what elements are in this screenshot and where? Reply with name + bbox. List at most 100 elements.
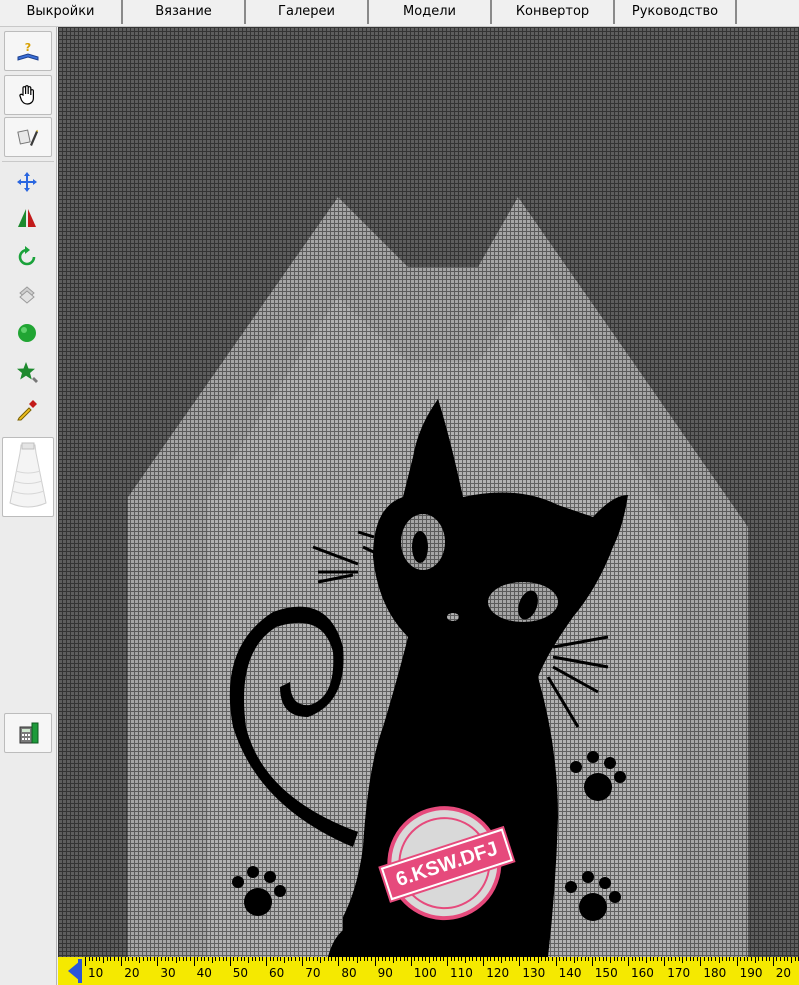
ruler-tick — [743, 957, 745, 961]
ruler-tick — [631, 957, 633, 961]
menu-item-knitting[interactable]: Вязание — [123, 0, 246, 24]
ruler-tick — [562, 957, 564, 961]
ruler-tick — [780, 957, 782, 961]
ruler-tick — [367, 957, 369, 961]
ruler-tick — [439, 957, 441, 961]
knitting-chart-canvas[interactable] — [58, 27, 799, 957]
color-picker-icon — [17, 400, 37, 421]
ruler-tick — [580, 957, 582, 961]
calculator-icon — [19, 722, 39, 744]
ruler-tick — [345, 957, 347, 961]
menu-item-converter[interactable]: Конвертор — [492, 0, 615, 24]
stitch-ruler[interactable]: 10 20 30 40 50 60 70 80 90 100 110 120 130 140 150 160 1… — [58, 957, 799, 985]
ruler-tick — [613, 957, 615, 961]
fill-button[interactable] — [4, 314, 50, 352]
ruler-tick — [628, 957, 629, 966]
ruler-tick — [150, 957, 152, 961]
ruler-tick — [548, 957, 550, 961]
ruler-tick — [157, 957, 159, 966]
ruler-tick — [414, 957, 416, 961]
ruler-tick — [85, 957, 86, 966]
move-button[interactable] — [4, 163, 50, 201]
ruler-label: 10 — [88, 966, 104, 980]
ruler-tick — [475, 957, 477, 961]
rotate-button[interactable] — [4, 238, 50, 276]
ruler-tick — [765, 957, 767, 961]
ruler-tick — [132, 957, 134, 961]
ruler-tick — [754, 957, 756, 963]
ruler-tick — [161, 957, 163, 961]
hand-pan-button[interactable] — [4, 75, 52, 115]
ruler-tick — [682, 957, 684, 963]
ruler-tick — [472, 957, 474, 961]
ruler-tick — [722, 957, 724, 961]
eraser-pencil-button[interactable] — [4, 117, 52, 157]
layers-button[interactable] — [4, 276, 50, 314]
ruler-tick — [537, 957, 539, 963]
ruler-label: 50 — [232, 966, 249, 980]
calculator-button[interactable] — [4, 713, 52, 753]
ruler-tick — [787, 957, 789, 961]
ruler-tick — [747, 957, 749, 961]
ruler-tick — [186, 957, 188, 961]
ruler-tick — [624, 957, 626, 961]
star-select-icon — [17, 362, 38, 383]
help-book-button[interactable]: ? — [4, 31, 52, 71]
toolbar-separator — [2, 161, 54, 162]
menu-item-galleries[interactable]: Галереи — [246, 0, 369, 24]
ruler-tick — [732, 957, 734, 961]
ruler-tick — [649, 957, 651, 961]
ruler-tick — [425, 957, 427, 961]
ruler-tick — [287, 957, 289, 961]
ruler-tick — [121, 957, 123, 966]
ruler-label: 20 — [775, 966, 792, 980]
ruler-tick — [352, 957, 354, 961]
ruler-tick — [92, 957, 94, 961]
ruler-tick — [175, 957, 177, 963]
ruler-tick — [370, 957, 372, 961]
star-select-button[interactable] — [4, 353, 50, 391]
ruler-tick — [218, 957, 220, 961]
ruler-label: 190 — [739, 966, 763, 980]
ruler-tick — [533, 957, 535, 961]
ruler-tick — [240, 957, 242, 961]
menu-item-patterns[interactable]: Выкройки — [0, 0, 123, 24]
ruler-tick — [584, 957, 586, 961]
ruler-tick — [399, 957, 401, 961]
ruler-tick — [497, 957, 499, 961]
ruler-tick — [338, 957, 340, 966]
color-picker-button[interactable] — [4, 391, 50, 429]
ruler-marker-icon[interactable] — [64, 959, 84, 983]
ruler-tick — [258, 957, 260, 961]
ruler-tick — [349, 957, 351, 961]
ruler-tick — [729, 957, 731, 961]
ruler-tick — [356, 957, 358, 963]
ruler-tick — [609, 957, 611, 963]
ruler-tick — [512, 957, 514, 961]
ruler-tick — [374, 957, 376, 966]
ruler-tick — [454, 957, 456, 961]
stitch-grid — [58, 27, 799, 957]
ruler-tick — [103, 957, 105, 963]
ruler-tick — [88, 957, 90, 961]
mirror-button[interactable] — [4, 199, 50, 237]
rotate-icon — [18, 246, 36, 266]
ruler-tick — [675, 957, 677, 961]
ruler-tick — [403, 957, 405, 961]
ruler-tick — [794, 957, 796, 961]
yarn-cone-button[interactable] — [2, 437, 54, 517]
ruler-tick — [740, 957, 742, 961]
menu-item-guide[interactable]: Руководство — [615, 0, 737, 24]
ruler-label: 90 — [377, 966, 393, 980]
ruler-tick — [772, 957, 774, 966]
ruler-tick — [142, 957, 144, 961]
ruler-label: 30 — [160, 966, 176, 980]
ruler-tick — [447, 957, 448, 966]
ruler-label: 20 — [124, 966, 140, 980]
ruler-tick — [689, 957, 691, 961]
ruler-tick — [551, 957, 553, 961]
ruler-label: 100 — [413, 966, 437, 980]
ruler-tick — [146, 957, 148, 961]
ruler-tick — [244, 957, 246, 961]
menu-item-models[interactable]: Модели — [369, 0, 492, 24]
